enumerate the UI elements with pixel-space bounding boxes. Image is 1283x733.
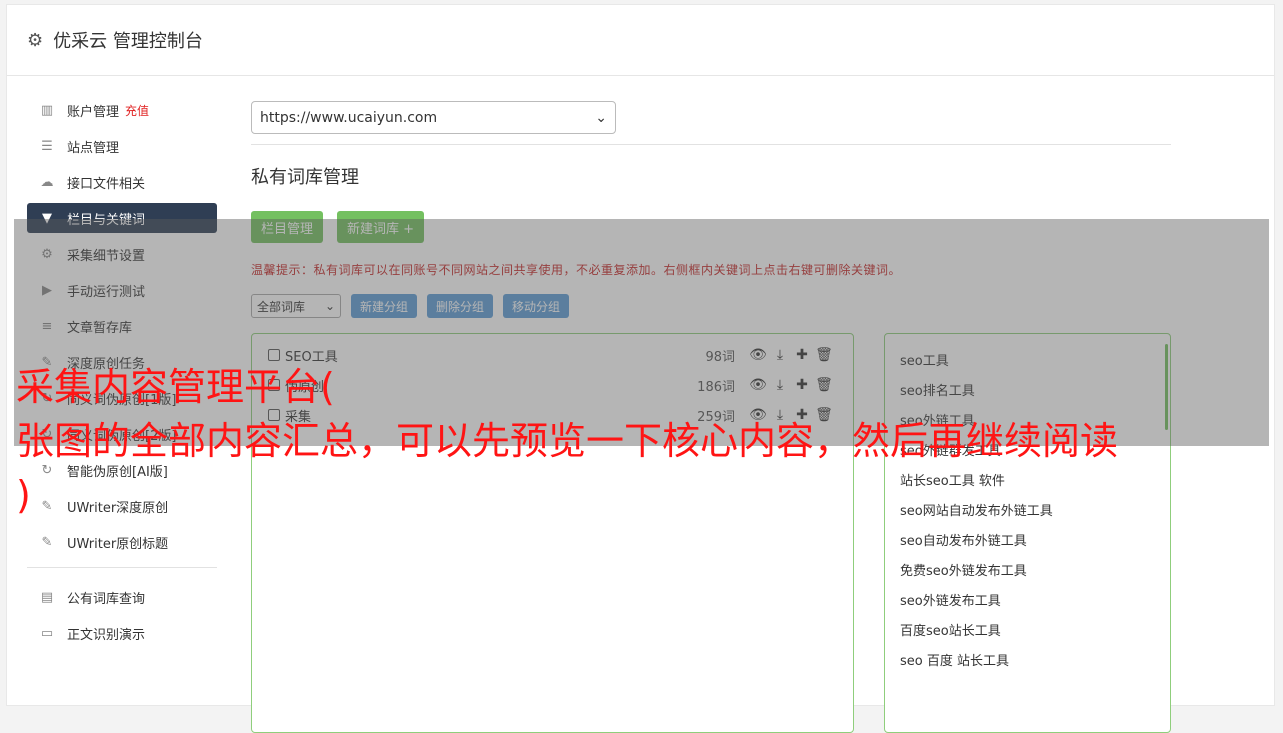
overlay-line-2: 张图的全部内容汇总，可以先预览一下核心内容，然后再继续阅读 <box>16 419 1119 463</box>
keyword-item[interactable]: seo 百度 站长工具 <box>885 644 1170 674</box>
sidebar-item-uwriter-title[interactable]: ✎ UWriter原创标题 <box>27 527 217 557</box>
edit-icon: ✎ <box>41 534 53 550</box>
keyword-item[interactable]: 百度seo站长工具 <box>885 614 1170 644</box>
overlay-line-3: ) <box>16 473 31 517</box>
keyword-item[interactable]: seo自动发布外链工具 <box>885 524 1170 554</box>
gear-icon: ⚙ <box>27 29 44 51</box>
sidebar-item-label: UWriter原创标题 <box>67 536 169 552</box>
site-select[interactable]: https://www.ucaiyun.com ⌄ <box>251 101 616 134</box>
sidebar-item-label: 站点管理 <box>67 140 120 156</box>
sidebar-item-label: 账户管理 <box>67 104 120 120</box>
overlay-line-1: 采集内容管理平台( <box>16 365 335 409</box>
sidebar-item-text-recognition[interactable]: ▭ 正文识别演示 <box>27 618 217 648</box>
sidebar-item-account[interactable]: ▥ 账户管理 充值 <box>27 95 217 125</box>
sidebar-item-interface-files[interactable]: ☁ 接口文件相关 <box>27 167 217 197</box>
sidebar-item-label: 接口文件相关 <box>67 176 146 192</box>
sidebar-item-label: 公有词库查询 <box>67 591 146 607</box>
recharge-link[interactable]: 充值 <box>125 102 149 119</box>
monitor-icon: ▭ <box>40 625 54 641</box>
cloud-upload-icon: ☁ <box>40 174 54 190</box>
keyword-item[interactable]: seo外链发布工具 <box>885 584 1170 614</box>
bar-chart-icon: ▥ <box>40 102 54 118</box>
divider <box>251 144 1171 145</box>
chevron-down-icon: ⌄ <box>595 109 607 126</box>
page-title: 私有词库管理 <box>251 167 359 188</box>
sidebar-divider <box>27 567 217 568</box>
app-title: 优采云 管理控制台 <box>53 31 203 52</box>
app-header: ⚙ 优采云 管理控制台 <box>7 5 1274 76</box>
keyword-item[interactable]: 免费seo外链发布工具 <box>885 554 1170 584</box>
server-icon: ☰ <box>41 138 53 154</box>
overlay-caption: 采集内容管理平台( 张图的全部内容汇总，可以先预览一下核心内容，然后再继续阅读 … <box>16 360 1281 522</box>
site-select-value: https://www.ucaiyun.com <box>260 109 438 126</box>
book-icon: ▤ <box>40 589 54 605</box>
sidebar-item-sites[interactable]: ☰ 站点管理 <box>27 131 217 161</box>
sidebar-item-public-library[interactable]: ▤ 公有词库查询 <box>27 582 217 612</box>
sidebar-item-label: 正文识别演示 <box>67 627 146 643</box>
